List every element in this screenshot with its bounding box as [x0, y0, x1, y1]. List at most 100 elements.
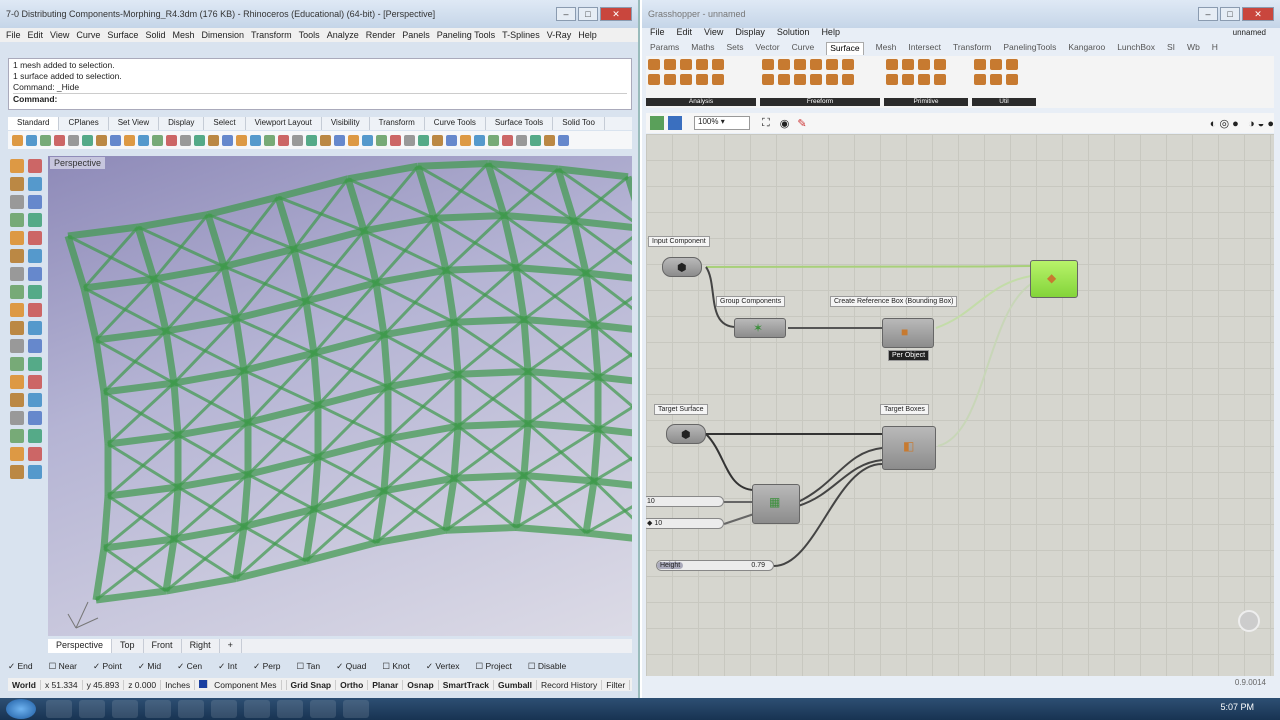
toolbar-tool-icon[interactable] — [40, 134, 51, 146]
ribbon-group-label[interactable]: Freeform — [760, 98, 880, 106]
osnap-disable[interactable]: ☐ Disable — [528, 661, 574, 672]
toolbar-tool-icon[interactable] — [390, 134, 401, 146]
maximize-button[interactable]: □ — [578, 7, 598, 21]
start-button-icon[interactable] — [6, 699, 36, 719]
rhino-taskbar-icon[interactable] — [112, 700, 138, 718]
surface-box-component[interactable]: ◧ — [882, 426, 936, 470]
sketch-icon[interactable]: ✎ — [797, 117, 806, 130]
tab-transform[interactable]: Transform — [370, 117, 425, 130]
menu-item[interactable]: Display — [735, 27, 765, 37]
explorer-taskbar-icon[interactable] — [46, 700, 72, 718]
side-tool-icon[interactable] — [28, 213, 42, 227]
osnap-mid[interactable]: ✓ Mid — [138, 661, 169, 672]
toolbar-tool-icon[interactable] — [432, 134, 443, 146]
menu-item[interactable]: Help — [821, 27, 840, 37]
toolbar-tool-icon[interactable] — [166, 134, 177, 146]
toolbar-tool-icon[interactable] — [320, 134, 331, 146]
menu-item[interactable]: Dimension — [201, 28, 244, 42]
tab-surface-tools[interactable]: Surface Tools — [486, 117, 554, 130]
osnap-quad[interactable]: ✓ Quad — [336, 661, 374, 672]
toolbar-tool-icon[interactable] — [264, 134, 275, 146]
toolbar-tool-icon[interactable] — [124, 134, 135, 146]
gh-canvas[interactable]: Input Component ⬢ Group Components ✶ Cre… — [646, 134, 1274, 676]
open-file-icon[interactable] — [650, 116, 664, 130]
menu-item[interactable]: V-Ray — [547, 28, 572, 42]
viewport-label[interactable]: Perspective — [50, 157, 106, 169]
side-tool-icon[interactable] — [10, 411, 24, 425]
planar-toggle[interactable]: Planar — [368, 679, 404, 690]
menu-item[interactable]: Analyze — [327, 28, 359, 42]
tab-set-view[interactable]: Set View — [109, 117, 160, 130]
side-tool-icon[interactable] — [28, 393, 42, 407]
command-prompt[interactable]: Command: — [13, 93, 627, 105]
menu-item[interactable]: Surface — [107, 28, 138, 42]
side-tool-icon[interactable] — [10, 177, 24, 191]
side-tool-icon[interactable] — [10, 447, 24, 461]
gh-tab[interactable]: Params — [650, 42, 679, 55]
tab-standard[interactable]: Standard — [8, 117, 60, 130]
viewport-tab-right[interactable]: Right — [182, 639, 220, 653]
close-button[interactable]: ✕ — [600, 7, 632, 21]
side-tool-icon[interactable] — [28, 339, 42, 353]
chrome-taskbar-icon[interactable] — [79, 700, 105, 718]
side-tool-icon[interactable] — [10, 321, 24, 335]
side-tool-icon[interactable] — [10, 357, 24, 371]
side-tool-icon[interactable] — [28, 411, 42, 425]
gh-tab[interactable]: Wb — [1187, 42, 1200, 55]
osnap-int[interactable]: ✓ Int — [218, 661, 245, 672]
menu-item[interactable]: Panels — [402, 28, 430, 42]
toolbar-tool-icon[interactable] — [250, 134, 261, 146]
ribbon-group-label[interactable]: Analysis — [646, 98, 756, 106]
toolbar-tool-icon[interactable] — [152, 134, 163, 146]
osnap-tan[interactable]: ☐ Tan — [297, 661, 329, 672]
surface-param[interactable]: ⬢ — [666, 424, 706, 444]
toolbar-tool-icon[interactable] — [68, 134, 79, 146]
menu-item[interactable]: Edit — [677, 27, 693, 37]
side-tool-icon[interactable] — [10, 429, 24, 443]
viewport-tab-top[interactable]: Top — [112, 639, 144, 653]
tab-display[interactable]: Display — [159, 117, 205, 130]
app-taskbar-icon[interactable] — [310, 700, 336, 718]
osnap-vertex[interactable]: ✓ Vertex — [426, 661, 468, 672]
morph-component[interactable]: ◆ — [1030, 260, 1078, 298]
menu-item[interactable]: Paneling Tools — [437, 28, 495, 42]
viewport-tab-perspective[interactable]: Perspective — [48, 639, 113, 653]
side-tool-icon[interactable] — [10, 375, 24, 389]
minimize-button[interactable]: – — [1198, 7, 1218, 21]
u-count-slider[interactable]: 10 — [646, 496, 724, 507]
menu-item[interactable]: File — [650, 27, 665, 37]
toolbar-tool-icon[interactable] — [236, 134, 247, 146]
toolbar-tool-icon[interactable] — [292, 134, 303, 146]
group-label-group[interactable]: Group Components — [716, 296, 786, 307]
osnap-end[interactable]: ✓ End — [8, 661, 41, 672]
side-tool-icon[interactable] — [28, 285, 42, 299]
ortho-toggle[interactable]: Ortho — [336, 679, 369, 690]
toolbar-tool-icon[interactable] — [404, 134, 415, 146]
tab-select[interactable]: Select — [204, 117, 246, 130]
layer-status[interactable]: Component Mes — [195, 679, 287, 690]
toolbar-tool-icon[interactable] — [54, 134, 65, 146]
toolbar-tool-icon[interactable] — [12, 134, 23, 146]
gh-tab[interactable]: SI — [1167, 42, 1175, 55]
side-tool-icon[interactable] — [28, 267, 42, 281]
gh-tab[interactable]: Maths — [691, 42, 714, 55]
osnap-near[interactable]: ☐ Near — [49, 661, 85, 672]
side-tool-icon[interactable] — [28, 231, 42, 245]
toolbar-tool-icon[interactable] — [180, 134, 191, 146]
toolbar-tool-icon[interactable] — [208, 134, 219, 146]
menu-item[interactable]: Edit — [28, 28, 44, 42]
group-component[interactable]: ✶ — [734, 318, 786, 338]
side-tool-icon[interactable] — [10, 465, 24, 479]
osnap-perp[interactable]: ✓ Perp — [253, 661, 288, 672]
minimize-button[interactable]: – — [556, 7, 576, 21]
side-tool-icon[interactable] — [28, 465, 42, 479]
toolbar-tool-icon[interactable] — [530, 134, 541, 146]
group-label-input[interactable]: Input Component — [648, 236, 710, 247]
bounding-box-component[interactable]: ■ — [882, 318, 934, 348]
osnap-point[interactable]: ✓ Point — [93, 661, 130, 672]
toolbar-tool-icon[interactable] — [194, 134, 205, 146]
zoom-dropdown[interactable]: 100% ▾ — [694, 116, 750, 130]
side-tool-icon[interactable] — [28, 159, 42, 173]
maximize-button[interactable]: □ — [1220, 7, 1240, 21]
toolbar-tool-icon[interactable] — [544, 134, 555, 146]
